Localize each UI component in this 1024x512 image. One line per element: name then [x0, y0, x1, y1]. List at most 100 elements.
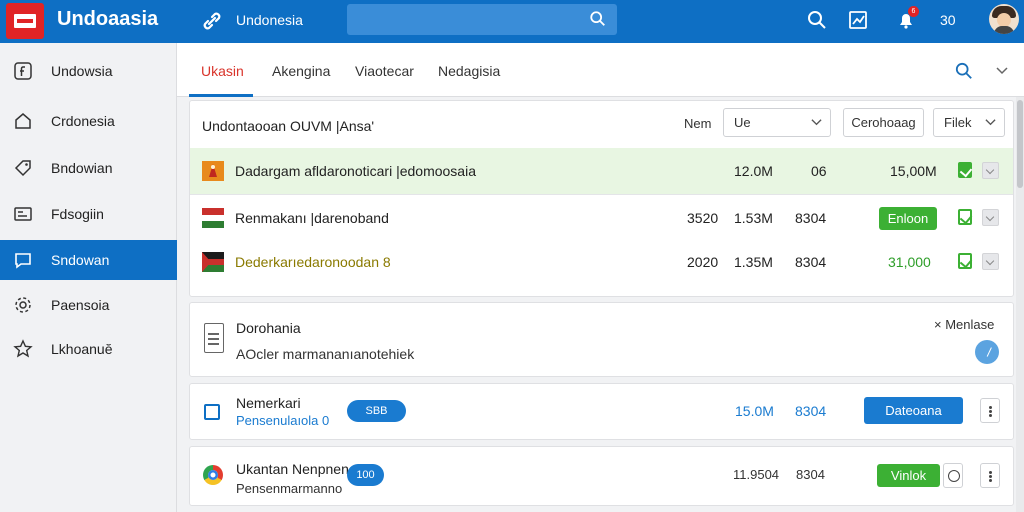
row-checkbox[interactable]	[958, 253, 972, 269]
tab-nedagisia[interactable]: Nedagisia	[438, 63, 500, 79]
item-pill[interactable]: 100	[347, 464, 384, 486]
sidebar-item-label: Undowsia	[51, 63, 113, 79]
doc-card: Dorohania AOcler marmananıanotehiek × Me…	[189, 302, 1014, 377]
sidebar-item-label: Bndowian	[51, 160, 113, 176]
row-checkbox[interactable]	[958, 209, 972, 225]
link-icon[interactable]	[200, 9, 224, 33]
search-input[interactable]	[347, 4, 617, 35]
app-logo[interactable]	[6, 3, 44, 39]
search-icon[interactable]	[589, 10, 607, 28]
workspace-subtitle: Undonesia	[236, 12, 303, 28]
item-value: 11.9504	[733, 467, 780, 482]
global-search[interactable]	[347, 4, 617, 35]
table-row[interactable]: Dadargam afldaronoticari |edomoosaia 12.…	[190, 148, 1013, 194]
notification-badge: 6	[908, 6, 919, 17]
row-value: 8304	[795, 254, 827, 270]
doc-description: AOcler marmananıanotehiek	[236, 346, 415, 362]
action-button[interactable]: Cerohoaag	[843, 108, 924, 137]
f-square-icon	[14, 62, 32, 80]
item-title: Nemerkari	[236, 395, 301, 411]
sidebar-item-bndowian[interactable]: Bndowian	[0, 148, 177, 188]
tag-icon	[14, 160, 31, 177]
filter-label: Filek	[944, 115, 972, 130]
item-pill[interactable]: SBB	[347, 400, 406, 422]
row-menu-toggle[interactable]	[982, 162, 999, 179]
tabs-bar: Ukasin Akengina Viaotecar Nedagisia	[177, 43, 1024, 97]
sidebar-item-undowsia[interactable]: Undowsia	[0, 51, 177, 91]
item-value: 8304	[796, 467, 825, 482]
search-icon[interactable]	[955, 62, 973, 80]
chart-icon[interactable]	[848, 10, 868, 30]
table-row[interactable]: Dederkarıedaronoodan 8 2020 1.35M 8304 3…	[190, 239, 1013, 285]
row-name: Dadargam afldaronoticari |edomoosaia	[235, 163, 476, 179]
row-value: 8304	[795, 210, 827, 226]
flag-icon	[14, 14, 36, 28]
sidebar-item-label: Paensoia	[51, 297, 110, 313]
more-options-button[interactable]	[980, 398, 1000, 423]
filter-dropdown[interactable]: Filek	[933, 108, 1005, 137]
row-value: 15,00M	[890, 163, 937, 179]
sidebar-item-label: Lkhoanuĕ	[51, 341, 113, 357]
chevron-down-icon	[811, 119, 822, 126]
home-icon	[15, 113, 31, 129]
edit-button[interactable]	[975, 340, 999, 364]
row-checkbox[interactable]	[958, 162, 972, 178]
tab-viaotecar[interactable]: Viaotecar	[355, 63, 414, 79]
star-icon	[13, 339, 33, 358]
id-card-icon	[14, 207, 32, 221]
item-value: 15.0M	[735, 403, 774, 419]
top-bar: Undoaasia Undonesia 6 30	[0, 0, 1024, 43]
scrollbar-thumb[interactable]	[1017, 100, 1023, 188]
sidebar: Undowsia Crdonesia Bndowian Fdsogiin Snd…	[0, 43, 177, 512]
active-tab-indicator	[189, 94, 253, 97]
item-action-button[interactable]: Dateoana	[864, 397, 963, 424]
gear-icon	[15, 297, 31, 313]
person-flag-icon	[202, 161, 224, 181]
sidebar-item-label: Crdonesia	[51, 113, 115, 129]
row-menu-toggle[interactable]	[982, 253, 999, 270]
sort-dropdown-value: Ue	[734, 115, 751, 130]
sidebar-item-fdsogiin[interactable]: Fdsogiin	[0, 194, 177, 234]
flag-icon	[202, 208, 224, 228]
sidebar-item-label: Fdsogiin	[51, 206, 104, 222]
table-card: Undontaooan OUVM |Ansa' Nem Ue Cerohoaag…	[189, 100, 1014, 297]
sidebar-item-lkhoanue[interactable]: Lkhoanuĕ	[0, 329, 177, 369]
item-card: Nemerkari Pensenulaıola 0 SBB 15.0M 8304…	[189, 383, 1014, 440]
row-value: 06	[811, 163, 827, 179]
item-title: Ukantan Nenpnen	[236, 461, 349, 477]
doc-title: Dorohania	[236, 320, 301, 336]
item-card: Ukantan Nenpnen Pensenmarmanno 100 11.95…	[189, 446, 1014, 506]
chevron-down-icon	[985, 119, 996, 126]
sidebar-item-paensoia[interactable]: Paensoia	[0, 285, 177, 325]
item-action-button[interactable]: Vinlok	[877, 464, 940, 487]
status-badge[interactable]: Enloon	[879, 207, 937, 230]
radio-button[interactable]	[943, 463, 963, 488]
row-value: 3520	[687, 210, 719, 226]
more-link[interactable]: × Menlase	[934, 317, 994, 332]
tab-akengina[interactable]: Akengina	[272, 63, 330, 79]
flag-icon	[202, 252, 224, 272]
search-icon[interactable]	[807, 10, 827, 30]
avatar[interactable]	[989, 4, 1019, 34]
item-subtitle: Pensenmarmanno	[236, 481, 343, 496]
row-value: 31,000	[888, 254, 931, 270]
sort-dropdown[interactable]: Ue	[723, 108, 831, 137]
chevron-down-icon[interactable]	[995, 64, 1009, 78]
chat-icon	[15, 253, 31, 269]
row-value: 1.53M	[734, 210, 773, 226]
sort-label: Nem	[684, 116, 712, 131]
row-name: Renmakanı |darenoband	[235, 210, 389, 226]
table-row[interactable]: Renmakanı |darenoband 3520 1.53M 8304 En…	[190, 195, 1013, 241]
sidebar-item-crdonesia[interactable]: Crdonesia	[0, 101, 177, 141]
row-value: 1.35M	[734, 254, 773, 270]
checkbox-icon[interactable]	[204, 404, 220, 420]
row-menu-toggle[interactable]	[982, 209, 999, 226]
more-options-button[interactable]	[980, 463, 1000, 488]
tab-ukasin[interactable]: Ukasin	[201, 63, 244, 79]
row-value: 2020	[687, 254, 719, 270]
sidebar-item-sndowan[interactable]: Sndowan	[0, 240, 177, 280]
document-icon	[204, 323, 224, 353]
sidebar-item-label: Sndowan	[51, 252, 110, 268]
close-icon: ×	[934, 317, 946, 332]
table-title: Undontaooan OUVM |Ansa'	[202, 118, 375, 134]
